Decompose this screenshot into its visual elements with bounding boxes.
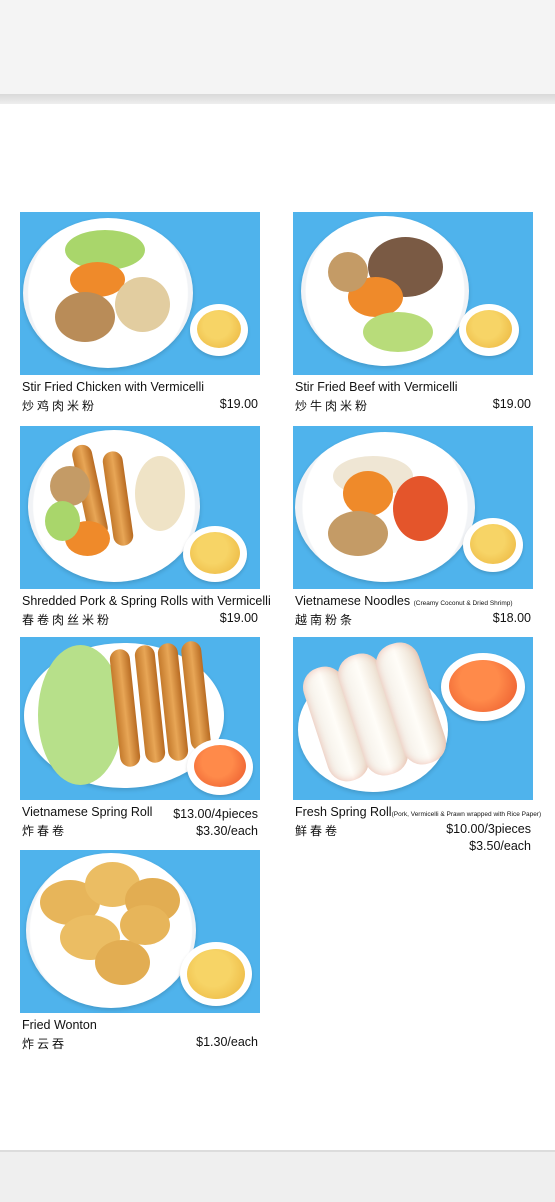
- item-chinese-name: 炒牛肉米粉: [295, 399, 371, 413]
- wonton: [120, 905, 170, 945]
- item-chinese-name: 鲜春卷: [295, 824, 341, 838]
- item-photo: [293, 212, 533, 375]
- item-name: Vietnamese Noodles (Creamy Coconut & Dri…: [295, 594, 513, 608]
- item-price: $18.00: [492, 611, 531, 625]
- item-name: Stir Fried Chicken with Vermicelli: [22, 380, 204, 394]
- lettuce: [363, 312, 433, 352]
- peanuts: [55, 292, 115, 342]
- lettuce: [45, 501, 80, 541]
- item-price-each: $3.50/each: [469, 839, 531, 853]
- item-price: $19.00: [219, 397, 258, 411]
- item-price-each: $3.30/each: [196, 824, 258, 838]
- item-price: $10.00/3pieces: [446, 822, 531, 836]
- item-price: $1.30/each: [196, 1035, 258, 1049]
- item-name-text: Vietnamese Noodles: [295, 594, 411, 608]
- item-photo: [293, 426, 533, 589]
- sauce: [449, 660, 517, 712]
- item-price: $19.00: [219, 611, 258, 625]
- menu-item-fried-wonton[interactable]: Fried Wonton 炸云吞 $1.30/each: [20, 850, 260, 1051]
- wonton: [95, 940, 150, 985]
- sauce: [197, 310, 241, 348]
- menu-item-vietnamese-spring-roll[interactable]: Vietnamese Spring Roll $13.00/4pieces 炸春…: [20, 637, 260, 838]
- menu-item-stir-fried-beef[interactable]: Stir Fried Beef with Vermicelli 炒牛肉米粉 $1…: [293, 212, 533, 413]
- sauce: [190, 532, 240, 574]
- sauce: [194, 745, 246, 787]
- item-name: Fresh Spring Roll(Pork, Vermicelli & Pra…: [295, 805, 541, 819]
- item-name: Vietnamese Spring Roll: [22, 805, 153, 819]
- item-chinese-name: 炸春卷: [22, 824, 68, 838]
- item-price: $19.00: [492, 397, 531, 411]
- peanuts: [328, 252, 368, 292]
- item-name: Stir Fried Beef with Vermicelli: [295, 380, 458, 394]
- item-photo: [20, 850, 260, 1013]
- menu-item-fresh-spring-roll[interactable]: Fresh Spring Roll(Pork, Vermicelli & Pra…: [293, 637, 541, 853]
- menu-item-vietnamese-noodles[interactable]: Vietnamese Noodles (Creamy Coconut & Dri…: [293, 426, 533, 627]
- bottom-bar: [0, 1150, 555, 1202]
- item-name: Shredded Pork & Spring Rolls with Vermic…: [22, 594, 271, 608]
- peanuts: [328, 511, 388, 556]
- top-divider: [0, 94, 555, 104]
- item-chinese-name: 越南粉条: [295, 613, 356, 627]
- sauce: [466, 310, 512, 348]
- item-photo: [20, 212, 260, 375]
- item-photo: [293, 637, 533, 800]
- sauce: [470, 524, 516, 564]
- item-note: (Pork, Vermicelli & Prawn wrapped with R…: [391, 811, 542, 818]
- menu-item-shredded-pork-spring-rolls[interactable]: Shredded Pork & Spring Rolls with Vermic…: [20, 426, 271, 627]
- peanuts: [50, 466, 90, 506]
- item-note: (Creamy Coconut & Dried Shrimp): [413, 600, 513, 607]
- menu-item-stir-fried-chicken[interactable]: Stir Fried Chicken with Vermicelli 炒鸡肉米粉…: [20, 212, 260, 413]
- item-photo: [20, 637, 260, 800]
- top-bar: [0, 0, 555, 94]
- item-chinese-name: 炒鸡肉米粉: [22, 399, 98, 413]
- item-name-text: Fresh Spring Roll: [295, 805, 392, 819]
- item-name: Fried Wonton: [22, 1018, 97, 1032]
- bean-sprouts: [135, 456, 185, 531]
- item-chinese-name: 炸云吞: [22, 1037, 68, 1051]
- item-price: $13.00/4pieces: [173, 807, 258, 821]
- item-photo: [20, 426, 260, 589]
- dried-shrimp: [393, 476, 448, 541]
- sauce: [187, 949, 245, 999]
- item-chinese-name: 春卷肉丝米粉: [22, 613, 113, 627]
- chicken: [115, 277, 170, 332]
- carrot: [343, 471, 393, 516]
